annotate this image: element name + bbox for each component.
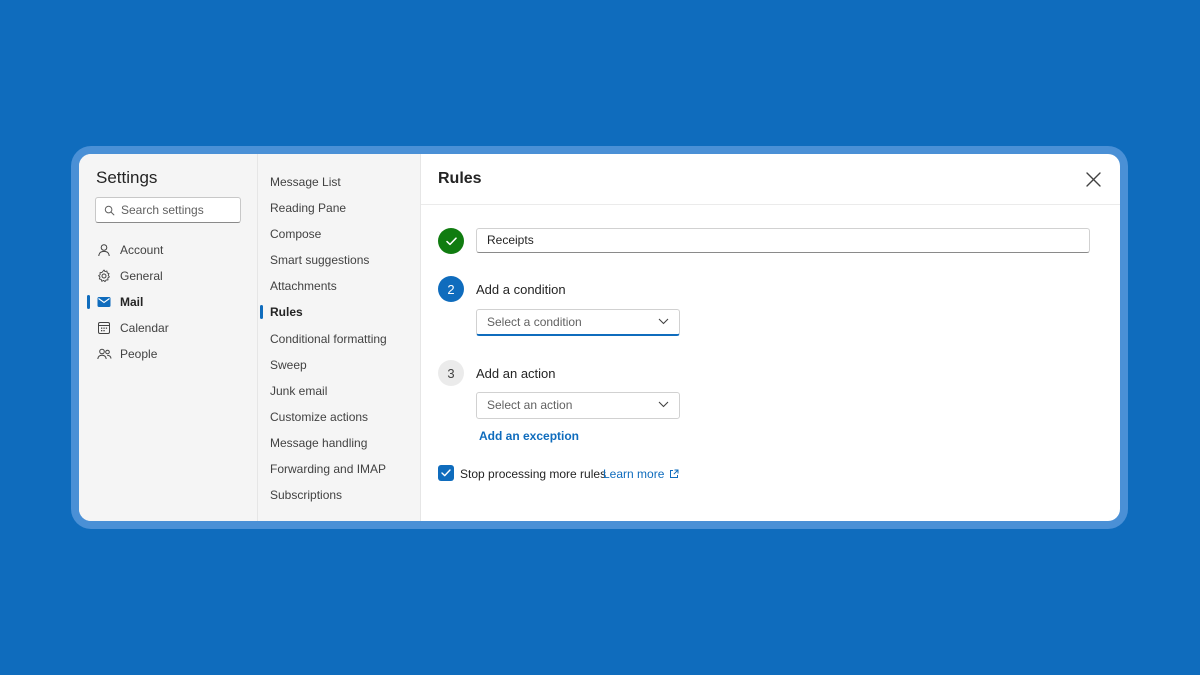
sidebar-item-label: General bbox=[120, 269, 163, 283]
checkmark-icon bbox=[441, 469, 451, 477]
close-icon bbox=[1086, 172, 1101, 187]
action-dropdown-placeholder: Select an action bbox=[487, 398, 573, 412]
settings-dialog-frame: Settings Search settings Account General… bbox=[71, 146, 1128, 529]
search-placeholder: Search settings bbox=[121, 203, 204, 217]
step-2-label: Add a condition bbox=[476, 282, 566, 297]
checkmark-icon bbox=[445, 236, 457, 245]
page-title: Rules bbox=[438, 170, 482, 187]
chevron-down-icon bbox=[658, 318, 669, 325]
stop-processing-checkbox[interactable] bbox=[438, 465, 454, 481]
nav-conditional-formatting[interactable]: Conditional formatting bbox=[258, 326, 420, 352]
settings-categories: Account General Mail Calendar People bbox=[87, 237, 241, 367]
add-exception-link[interactable]: Add an exception bbox=[479, 429, 579, 443]
rule-name-input[interactable]: Receipts bbox=[476, 228, 1090, 253]
learn-more-link[interactable]: Learn more bbox=[603, 467, 679, 481]
people-icon bbox=[96, 346, 112, 362]
sidebar-item-account[interactable]: Account bbox=[95, 237, 241, 263]
step-2-badge: 2 bbox=[438, 276, 464, 302]
sidebar-item-label: Account bbox=[120, 243, 164, 257]
gear-icon bbox=[96, 268, 112, 284]
nav-subscriptions[interactable]: Subscriptions bbox=[258, 482, 420, 508]
step-1-complete-badge bbox=[438, 228, 464, 254]
learn-more-label: Learn more bbox=[603, 467, 665, 481]
external-link-icon bbox=[670, 469, 679, 478]
chevron-down-icon bbox=[658, 401, 669, 408]
search-icon bbox=[104, 205, 115, 215]
mail-icon bbox=[96, 294, 112, 310]
nav-message-list[interactable]: Message List bbox=[258, 169, 420, 195]
sidebar-item-general[interactable]: General bbox=[95, 263, 241, 289]
settings-title: Settings bbox=[96, 168, 158, 187]
nav-customize-actions[interactable]: Customize actions bbox=[258, 404, 420, 430]
settings-sidebar: Settings Search settings Account General… bbox=[79, 154, 258, 521]
rule-editor-panel: Rules Receipts 2 Add a condition Select … bbox=[421, 154, 1120, 521]
search-input[interactable]: Search settings bbox=[95, 197, 241, 223]
person-icon bbox=[96, 242, 112, 258]
nav-rules[interactable]: Rules bbox=[258, 299, 420, 325]
nav-sweep[interactable]: Sweep bbox=[258, 352, 420, 378]
settings-dialog: Settings Search settings Account General… bbox=[79, 154, 1120, 521]
nav-reading-pane[interactable]: Reading Pane bbox=[258, 195, 420, 221]
condition-dropdown-placeholder: Select a condition bbox=[487, 315, 582, 329]
close-button[interactable] bbox=[1085, 171, 1102, 188]
sidebar-item-calendar[interactable]: Calendar bbox=[95, 315, 241, 341]
calendar-icon bbox=[96, 320, 112, 336]
mail-settings-nav: Message List Reading Pane Compose Smart … bbox=[258, 154, 421, 521]
nav-forwarding-and-imap[interactable]: Forwarding and IMAP bbox=[258, 456, 420, 482]
sidebar-item-label: Mail bbox=[120, 295, 144, 309]
sidebar-item-mail[interactable]: Mail bbox=[87, 289, 241, 315]
sidebar-item-label: People bbox=[120, 347, 158, 361]
step-3-badge: 3 bbox=[438, 360, 464, 386]
sidebar-item-people[interactable]: People bbox=[95, 341, 241, 367]
panel-header: Rules bbox=[421, 154, 1120, 205]
action-dropdown[interactable]: Select an action bbox=[476, 392, 680, 419]
condition-dropdown[interactable]: Select a condition bbox=[476, 309, 680, 336]
stop-processing-label: Stop processing more rules bbox=[460, 467, 607, 481]
sidebar-item-label: Calendar bbox=[120, 321, 169, 335]
nav-compose[interactable]: Compose bbox=[258, 221, 420, 247]
nav-attachments[interactable]: Attachments bbox=[258, 273, 420, 299]
step-3-label: Add an action bbox=[476, 366, 556, 381]
nav-message-handling[interactable]: Message handling bbox=[258, 430, 420, 456]
nav-smart-suggestions[interactable]: Smart suggestions bbox=[258, 247, 420, 273]
nav-junk-email[interactable]: Junk email bbox=[258, 378, 420, 404]
